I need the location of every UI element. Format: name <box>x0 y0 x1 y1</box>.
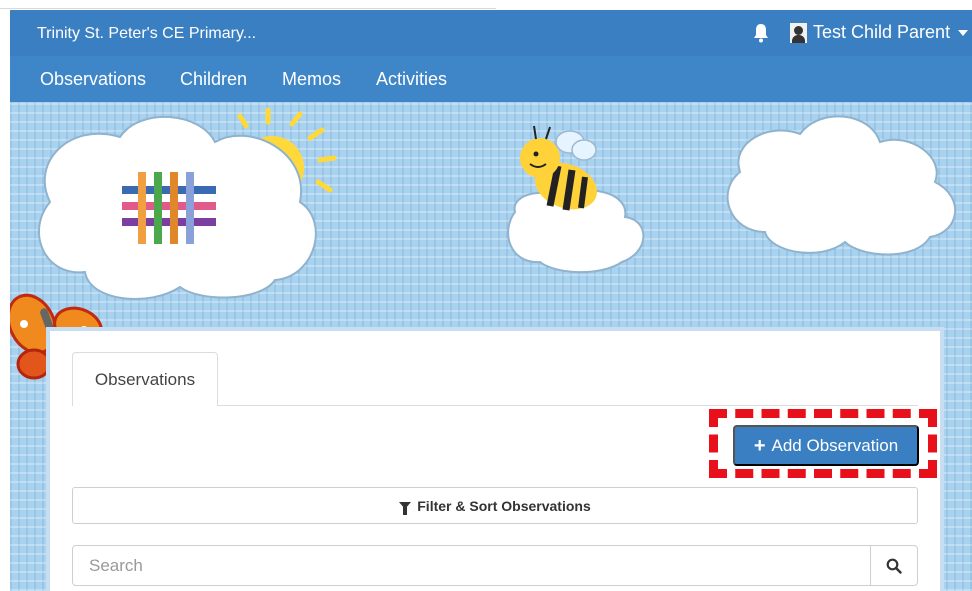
filter-sort-button[interactable]: Filter & Sort Observations <box>72 487 918 524</box>
school-name[interactable]: Trinity St. Peter's CE Primary... <box>37 25 256 43</box>
search-button[interactable] <box>870 545 918 586</box>
search-input[interactable] <box>72 545 871 586</box>
user-name: Test Child Parent <box>813 22 951 42</box>
top-strip <box>0 0 496 9</box>
filter-sort-label: Filter & Sort Observations <box>417 497 591 514</box>
tab-observations[interactable]: Observations <box>72 352 218 406</box>
filter-icon <box>399 502 412 515</box>
nav-memos[interactable]: Memos <box>282 69 341 90</box>
plus-icon: + <box>753 434 766 457</box>
nav-children[interactable]: Children <box>180 69 247 90</box>
user-icon <box>790 22 807 43</box>
add-observation-label: Add Observation <box>771 435 899 455</box>
header-bar: Trinity St. Peter's CE Primary... Test C… <box>10 10 972 56</box>
user-menu[interactable]: Test Child Parent <box>790 22 969 43</box>
search-icon <box>886 558 902 574</box>
main-nav: Observations Children Memos Activities <box>10 56 972 102</box>
bell-icon[interactable] <box>752 23 770 43</box>
nav-observations[interactable]: Observations <box>40 69 146 90</box>
add-observation-button[interactable]: + Add Observation <box>733 425 919 466</box>
nav-activities[interactable]: Activities <box>376 69 447 90</box>
chevron-down-icon <box>958 29 969 36</box>
cloud-right <box>726 115 956 256</box>
